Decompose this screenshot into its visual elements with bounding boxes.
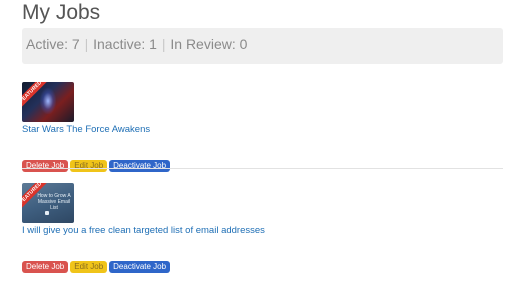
stat-active: Active: 7 [26,36,80,52]
stat-divider: | [161,36,166,52]
thumbnail-text: How to Grow A Massive Email List [37,193,71,211]
job-actions: Delete Job Edit Job Deactivate Job [22,155,503,172]
job-stats-bar: Active: 7 | Inactive: 1 | In Review: 0 [22,28,503,64]
thumbnail-art [40,88,56,114]
job-thumbnail[interactable]: How to Grow A Massive Email List FEATURE… [22,183,74,223]
stat-inactive: Inactive: 1 [93,36,157,52]
job-thumbnail[interactable]: FEATURED [22,82,74,122]
stat-divider: | [84,36,89,52]
job-actions: Delete Job Edit Job Deactivate Job [22,256,503,273]
delete-job-button[interactable]: Delete Job [22,160,69,172]
page-title: My Jobs [22,1,101,24]
stat-in-review: In Review: 0 [170,36,248,52]
job-divider [22,168,503,169]
job-item: How to Grow A Massive Email List FEATURE… [22,183,503,273]
job-title-link[interactable]: Star Wars The Force Awakens [22,124,503,135]
delete-job-button[interactable]: Delete Job [22,261,69,273]
thumbnail-icon [45,211,49,215]
job-title-link[interactable]: I will give you a free clean targeted li… [22,225,503,236]
edit-job-button[interactable]: Edit Job [70,261,108,273]
deactivate-job-button[interactable]: Deactivate Job [109,160,171,172]
job-item: FEATURED Star Wars The Force Awakens Del… [22,82,503,172]
deactivate-job-button[interactable]: Deactivate Job [109,261,171,273]
edit-job-button[interactable]: Edit Job [70,160,108,172]
